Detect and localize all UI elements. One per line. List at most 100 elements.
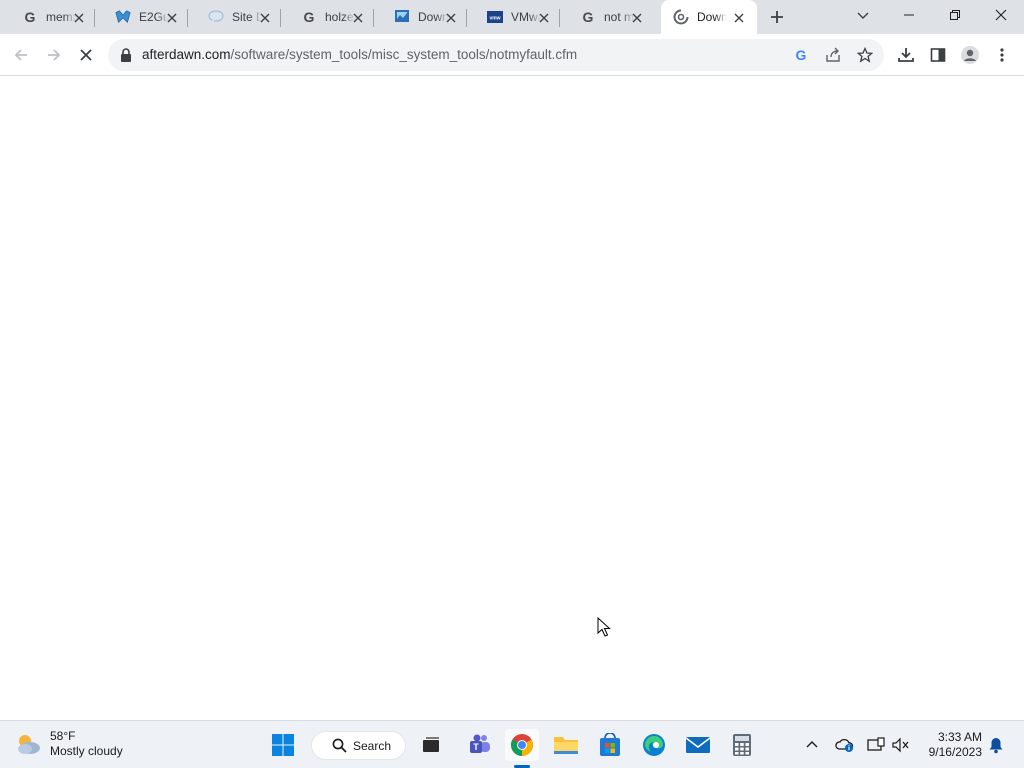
restore-button[interactable]: [932, 0, 978, 30]
stop-loading-button[interactable]: [74, 43, 98, 67]
chevron-up-icon: [806, 741, 818, 748]
close-tab-icon[interactable]: [166, 11, 178, 23]
partly-cloudy-icon: [18, 735, 40, 754]
close-tab-icon[interactable]: [352, 11, 364, 23]
tab-title: VMware: [511, 10, 541, 24]
clock-date: 9/16/2023: [928, 745, 982, 759]
close-tab-icon[interactable]: [259, 11, 271, 23]
calculator-icon: [733, 734, 751, 756]
close-tab-icon[interactable]: [445, 11, 457, 23]
svg-text:G: G: [304, 9, 315, 25]
monitor-icon: [394, 9, 410, 25]
downloads-button[interactable]: [894, 43, 918, 67]
network-tray-button[interactable]: [866, 733, 886, 757]
side-panel-icon: [930, 48, 946, 62]
arrow-left-icon: [14, 49, 27, 61]
forward-button[interactable]: [42, 43, 66, 67]
google-lens-icon[interactable]: G: [792, 46, 810, 64]
vmware-icon: vmw: [487, 9, 503, 25]
url-text[interactable]: afterdawn.com/software/system_tools/misc…: [142, 47, 577, 62]
tab-site[interactable]: Site D: [188, 0, 281, 34]
url-host: afterdawn.com: [142, 47, 231, 62]
show-hidden-icons-button[interactable]: [802, 733, 822, 757]
clock-time: 3:33 AM: [937, 730, 982, 744]
calculator-button[interactable]: [725, 729, 759, 761]
side-panel-button[interactable]: [926, 43, 950, 67]
bell-icon: [989, 738, 1003, 754]
teams-button[interactable]: T: [463, 729, 497, 761]
google-icon: G: [22, 9, 38, 25]
cloud-info-icon: [835, 738, 854, 752]
microsoft-store-button[interactable]: [593, 729, 627, 761]
search-label: Search: [353, 738, 392, 753]
tab-vmware[interactable]: vmw VMware: [467, 0, 560, 34]
store-icon: [600, 733, 620, 756]
minimize-icon: [904, 14, 914, 16]
download-icon: [898, 48, 914, 62]
tab-title: memz: [46, 10, 76, 24]
browser-toolbar: afterdawn.com/software/system_tools/misc…: [0, 34, 1024, 76]
network-monitor-icon: [867, 737, 885, 751]
new-tab-button[interactable]: [765, 5, 789, 29]
svg-text:T: T: [473, 742, 479, 752]
volume-tray-button[interactable]: [891, 733, 911, 757]
close-icon: [80, 49, 92, 61]
onedrive-tray-button[interactable]: [835, 733, 855, 757]
chrome-icon: [511, 734, 533, 756]
file-explorer-button[interactable]: [549, 729, 583, 761]
tab-download-1[interactable]: Down: [374, 0, 467, 34]
tab-download-active[interactable]: Down: [661, 0, 757, 34]
search-icon: [332, 738, 347, 753]
start-button[interactable]: [266, 729, 300, 761]
tab-e2guard[interactable]: E2Guard: [95, 0, 188, 34]
share-icon[interactable]: [824, 46, 842, 64]
svg-text:G: G: [796, 47, 807, 63]
chrome-taskbar-button[interactable]: [505, 729, 539, 761]
close-tab-icon[interactable]: [538, 11, 550, 23]
svg-text:vmw: vmw: [489, 16, 500, 22]
address-bar[interactable]: afterdawn.com/software/system_tools/misc…: [108, 39, 884, 71]
taskbar-clock[interactable]: 3:33 AM 9/16/2023: [918, 730, 982, 760]
notifications-button[interactable]: [986, 733, 1006, 757]
taskbar-search[interactable]: Search: [311, 731, 406, 760]
arrow-right-icon: [48, 49, 61, 61]
minimize-button[interactable]: [886, 0, 932, 30]
bookmark-star-icon[interactable]: [856, 46, 874, 64]
mail-icon: [685, 737, 711, 753]
close-tab-icon[interactable]: [73, 11, 85, 23]
edge-icon: [643, 734, 665, 756]
mail-button[interactable]: [681, 729, 715, 761]
tab-memz[interactable]: G memz: [2, 0, 95, 34]
tab-not-my[interactable]: G not m: [560, 0, 653, 34]
weather-widget[interactable]: 58°F Mostly cloudy: [14, 729, 123, 759]
profile-avatar-icon: [961, 46, 979, 64]
tab-title: E2Guard: [139, 10, 169, 24]
chevron-down-icon: [857, 12, 869, 19]
afterdawn-icon: [673, 9, 689, 25]
chrome-menu-button[interactable]: [990, 43, 1014, 67]
tab-search-button[interactable]: [840, 0, 886, 30]
more-vertical-icon: [1000, 48, 1004, 62]
page-content[interactable]: [0, 77, 1024, 720]
tab-title: Site D: [232, 10, 262, 24]
tab-strip: G memz E2Guard Site D G holzer: [0, 0, 1024, 34]
lock-icon[interactable]: [120, 48, 132, 67]
chat-bubble-icon: [208, 9, 224, 25]
tab-title: Down: [418, 10, 448, 24]
tab-title: Down: [697, 10, 727, 24]
url-path: /software/system_tools/misc_system_tools…: [230, 47, 578, 62]
close-tab-icon[interactable]: [631, 11, 643, 23]
svg-text:G: G: [25, 9, 36, 25]
tab-holzer[interactable]: G holzer: [281, 0, 374, 34]
tab-title: holzer: [325, 10, 355, 24]
back-button[interactable]: [9, 43, 33, 67]
edge-button[interactable]: [637, 729, 671, 761]
weather-condition: Mostly cloudy: [50, 744, 123, 758]
close-window-button[interactable]: [978, 0, 1024, 30]
close-tab-icon[interactable]: [733, 11, 745, 23]
task-view-icon: [423, 737, 439, 752]
mouse-cursor-icon: [597, 617, 611, 637]
profile-button[interactable]: [958, 43, 982, 67]
task-view-button[interactable]: [414, 729, 448, 761]
plus-icon: [771, 11, 783, 23]
